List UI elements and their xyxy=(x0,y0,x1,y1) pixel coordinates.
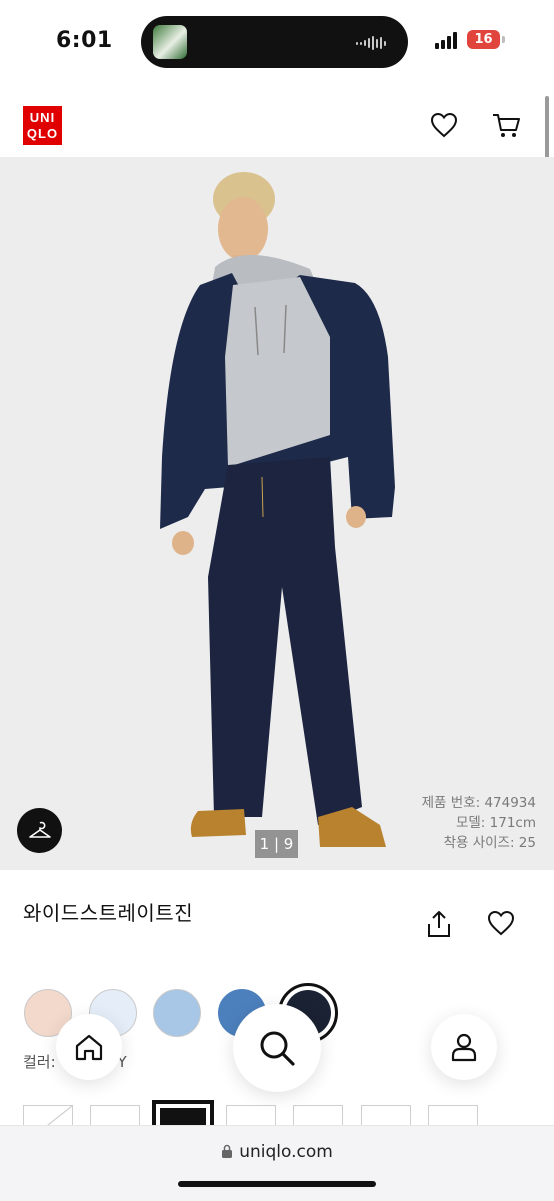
uniqlo-logo[interactable]: UNI QLO xyxy=(23,106,62,145)
home-icon xyxy=(75,1034,103,1061)
heart-icon xyxy=(487,910,515,936)
url-display[interactable]: uniqlo.com xyxy=(0,1142,554,1162)
status-time: 6:01 xyxy=(56,28,113,53)
logo-line1: UNI xyxy=(29,110,56,125)
cellular-signal-icon xyxy=(435,32,457,49)
favorite-button[interactable] xyxy=(485,908,517,938)
color-swatch-blue[interactable] xyxy=(153,989,201,1037)
battery-icon: 16 xyxy=(467,30,500,49)
product-name: 와이드스트레이트진 xyxy=(23,901,194,925)
share-icon xyxy=(428,911,450,937)
image-counter: 1 | 9 xyxy=(255,830,298,858)
url-text: uniqlo.com xyxy=(239,1142,333,1162)
image-caption: 제품 번호: 474934 모델: 171cm 착용 사이즈: 25 xyxy=(422,793,536,853)
search-nav-button[interactable] xyxy=(233,1004,321,1092)
cart-button[interactable] xyxy=(489,110,523,140)
styling-button[interactable] xyxy=(17,808,62,853)
cart-icon xyxy=(493,114,520,137)
home-indicator[interactable] xyxy=(178,1181,376,1187)
wishlist-button[interactable] xyxy=(428,110,460,140)
model-size: 착용 사이즈: 25 xyxy=(443,835,536,851)
battery-tip xyxy=(502,36,505,43)
product-number: 제품 번호: 474934 xyxy=(421,795,536,811)
lock-icon xyxy=(222,1144,233,1158)
search-icon xyxy=(260,1031,295,1066)
user-icon xyxy=(451,1033,477,1062)
share-button[interactable] xyxy=(424,908,454,940)
dynamic-island[interactable] xyxy=(141,16,408,68)
audio-waveform-icon xyxy=(356,36,386,50)
color-label-prefix: 컬러: xyxy=(23,1053,61,1071)
model-photo xyxy=(0,157,554,870)
browser-address-bar[interactable]: uniqlo.com xyxy=(0,1125,554,1201)
heart-icon xyxy=(430,112,458,138)
product-image-carousel[interactable]: 제품 번호: 474934 모델: 171cm 착용 사이즈: 25 1 | 9 xyxy=(0,157,554,870)
home-nav-button[interactable] xyxy=(56,1014,122,1080)
model-height: 모델: 171cm xyxy=(455,815,536,831)
hanger-icon xyxy=(28,821,51,838)
account-nav-button[interactable] xyxy=(431,1014,497,1080)
logo-line2: QLO xyxy=(26,126,59,141)
status-bar: 6:01 16 xyxy=(0,0,554,80)
now-playing-artwork xyxy=(153,25,187,59)
